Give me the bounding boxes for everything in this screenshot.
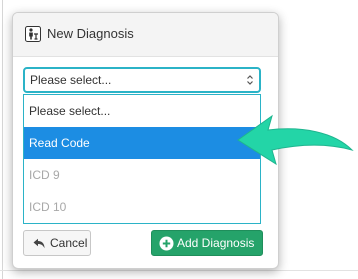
option-icd-10: ICD 10 bbox=[29, 200, 67, 214]
modal-title: New Diagnosis bbox=[47, 26, 134, 41]
diagnosis-type-select[interactable]: Please select... bbox=[23, 67, 261, 93]
select-dropdown-list: Please select... Read Code ICD 9 ICD 10 bbox=[23, 94, 261, 224]
option-icd-9: ICD 9 bbox=[29, 168, 60, 182]
option-please-select[interactable]: Please select... bbox=[24, 95, 260, 127]
cancel-button[interactable]: Cancel bbox=[23, 230, 91, 256]
backdrop-divider bbox=[2, 0, 3, 279]
person-hierarchy-icon bbox=[25, 26, 41, 42]
cancel-button-label: Cancel bbox=[50, 236, 88, 250]
add-diagnosis-button-label: Add Diagnosis bbox=[177, 236, 255, 250]
backdrop-divider-horizontal bbox=[0, 270, 358, 271]
modal-header: New Diagnosis bbox=[13, 13, 278, 57]
option-read-code[interactable]: Read Code bbox=[24, 127, 260, 159]
undo-arrow-icon bbox=[33, 238, 45, 249]
plus-circle-icon bbox=[159, 236, 174, 251]
sort-caret-icon bbox=[247, 75, 253, 85]
pointer-arrow-icon bbox=[237, 114, 354, 166]
add-diagnosis-button[interactable]: Add Diagnosis bbox=[151, 230, 263, 256]
select-value: Please select... bbox=[30, 73, 112, 87]
